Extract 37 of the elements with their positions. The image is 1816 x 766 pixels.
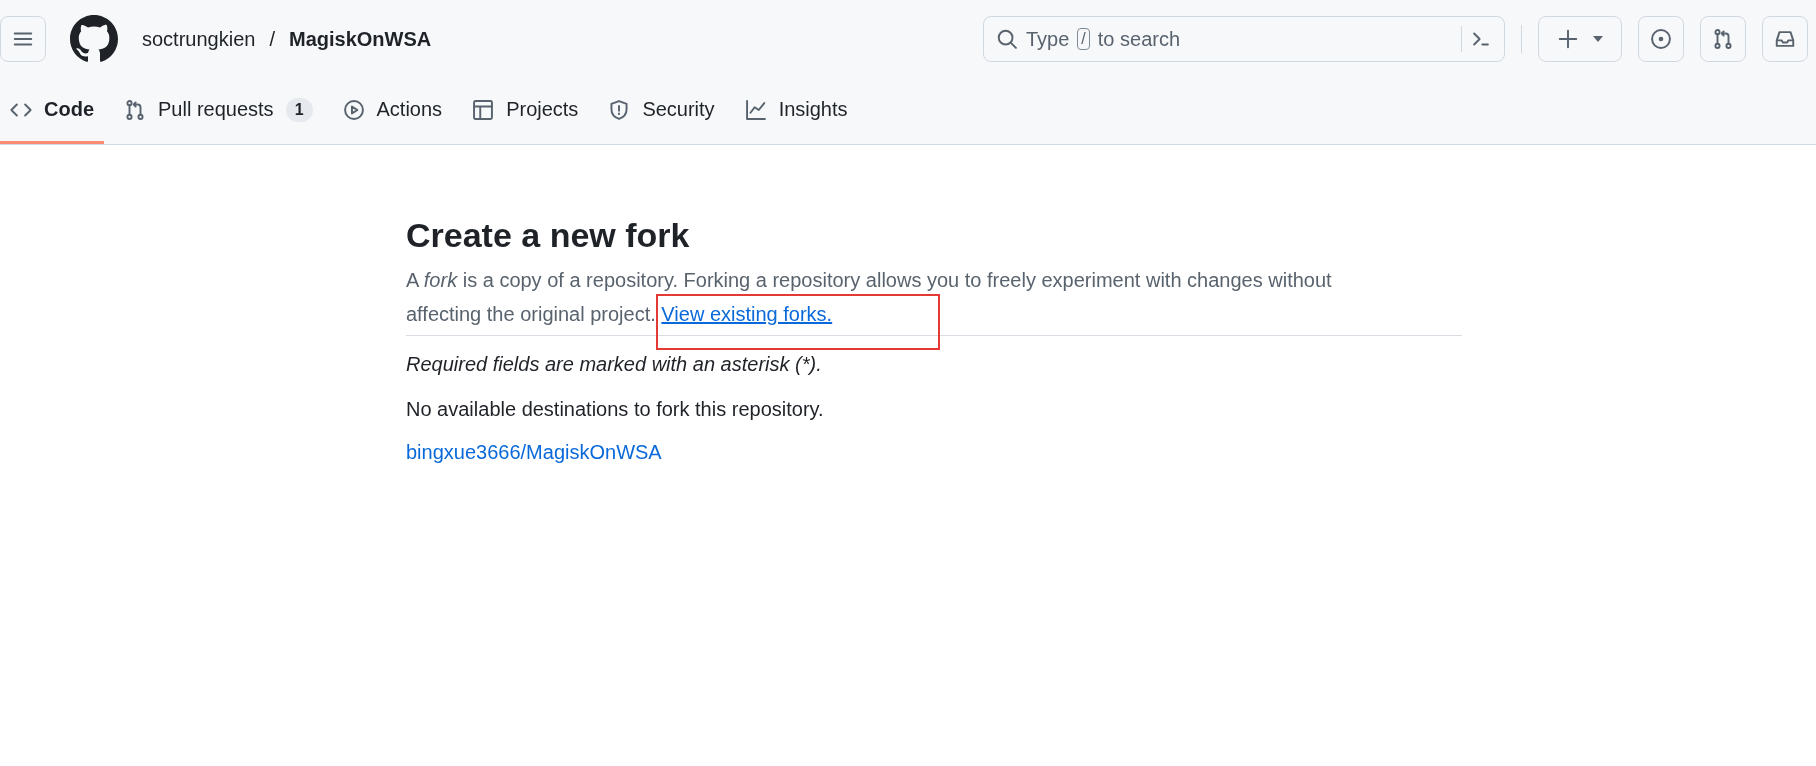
repo-tab[interactable]: Insights [734,78,858,144]
search-placeholder: to search [1097,27,1181,51]
graph-icon [744,98,767,121]
table-icon [472,98,495,121]
breadcrumb-separator: / [269,27,275,51]
create-new-button[interactable] [1538,16,1622,62]
repo-name-link[interactable]: MagiskOnWSA [288,27,432,51]
repo-tab[interactable]: Code [0,78,104,144]
octocat-logo-icon[interactable] [70,15,118,63]
repo-tab[interactable]: Projects [462,78,589,144]
shield-icon [608,98,631,121]
pull-requests-button[interactable] [1700,16,1746,62]
repo-tab[interactable]: Pull requests 1 [114,78,323,144]
description-text: A fork is a copy of a repository. Forking a repository allows you to freely experiment with changes without affecting the original project. View existing forks. [406,263,1462,336]
page-title: Create a new fork [406,215,691,255]
search-field[interactable]: Type / to search [983,16,1505,62]
search-placeholder: Type [1026,27,1070,51]
no-destinations-message: No available destinations to fork this repository. [406,398,825,421]
issues-button[interactable] [1638,16,1684,62]
inbox-icon [1774,28,1796,50]
pull-request-icon [124,98,146,121]
inbox-button[interactable] [1762,16,1808,62]
keyboard-key: / [1077,28,1090,50]
required-note: Required fields are marked with an asterisk (*). [406,353,823,376]
pull-request-icon [1712,28,1734,50]
plus-icon [1557,28,1579,50]
play-icon [342,98,365,121]
owner-link[interactable]: soctrungkien [142,27,256,51]
repo-tab[interactable]: Actions [332,78,453,144]
menu-button[interactable] [0,16,46,62]
search-icon [996,28,1018,50]
count-badge: 1 [285,97,313,122]
issue-icon [1650,28,1672,50]
view-forks-link[interactable]: View existing forks. [661,303,833,325]
repo-tab[interactable]: Security [598,78,725,144]
repository-link[interactable]: bingxue3666/MagiskOnWSA [406,441,662,464]
caret-icon [1593,36,1603,42]
